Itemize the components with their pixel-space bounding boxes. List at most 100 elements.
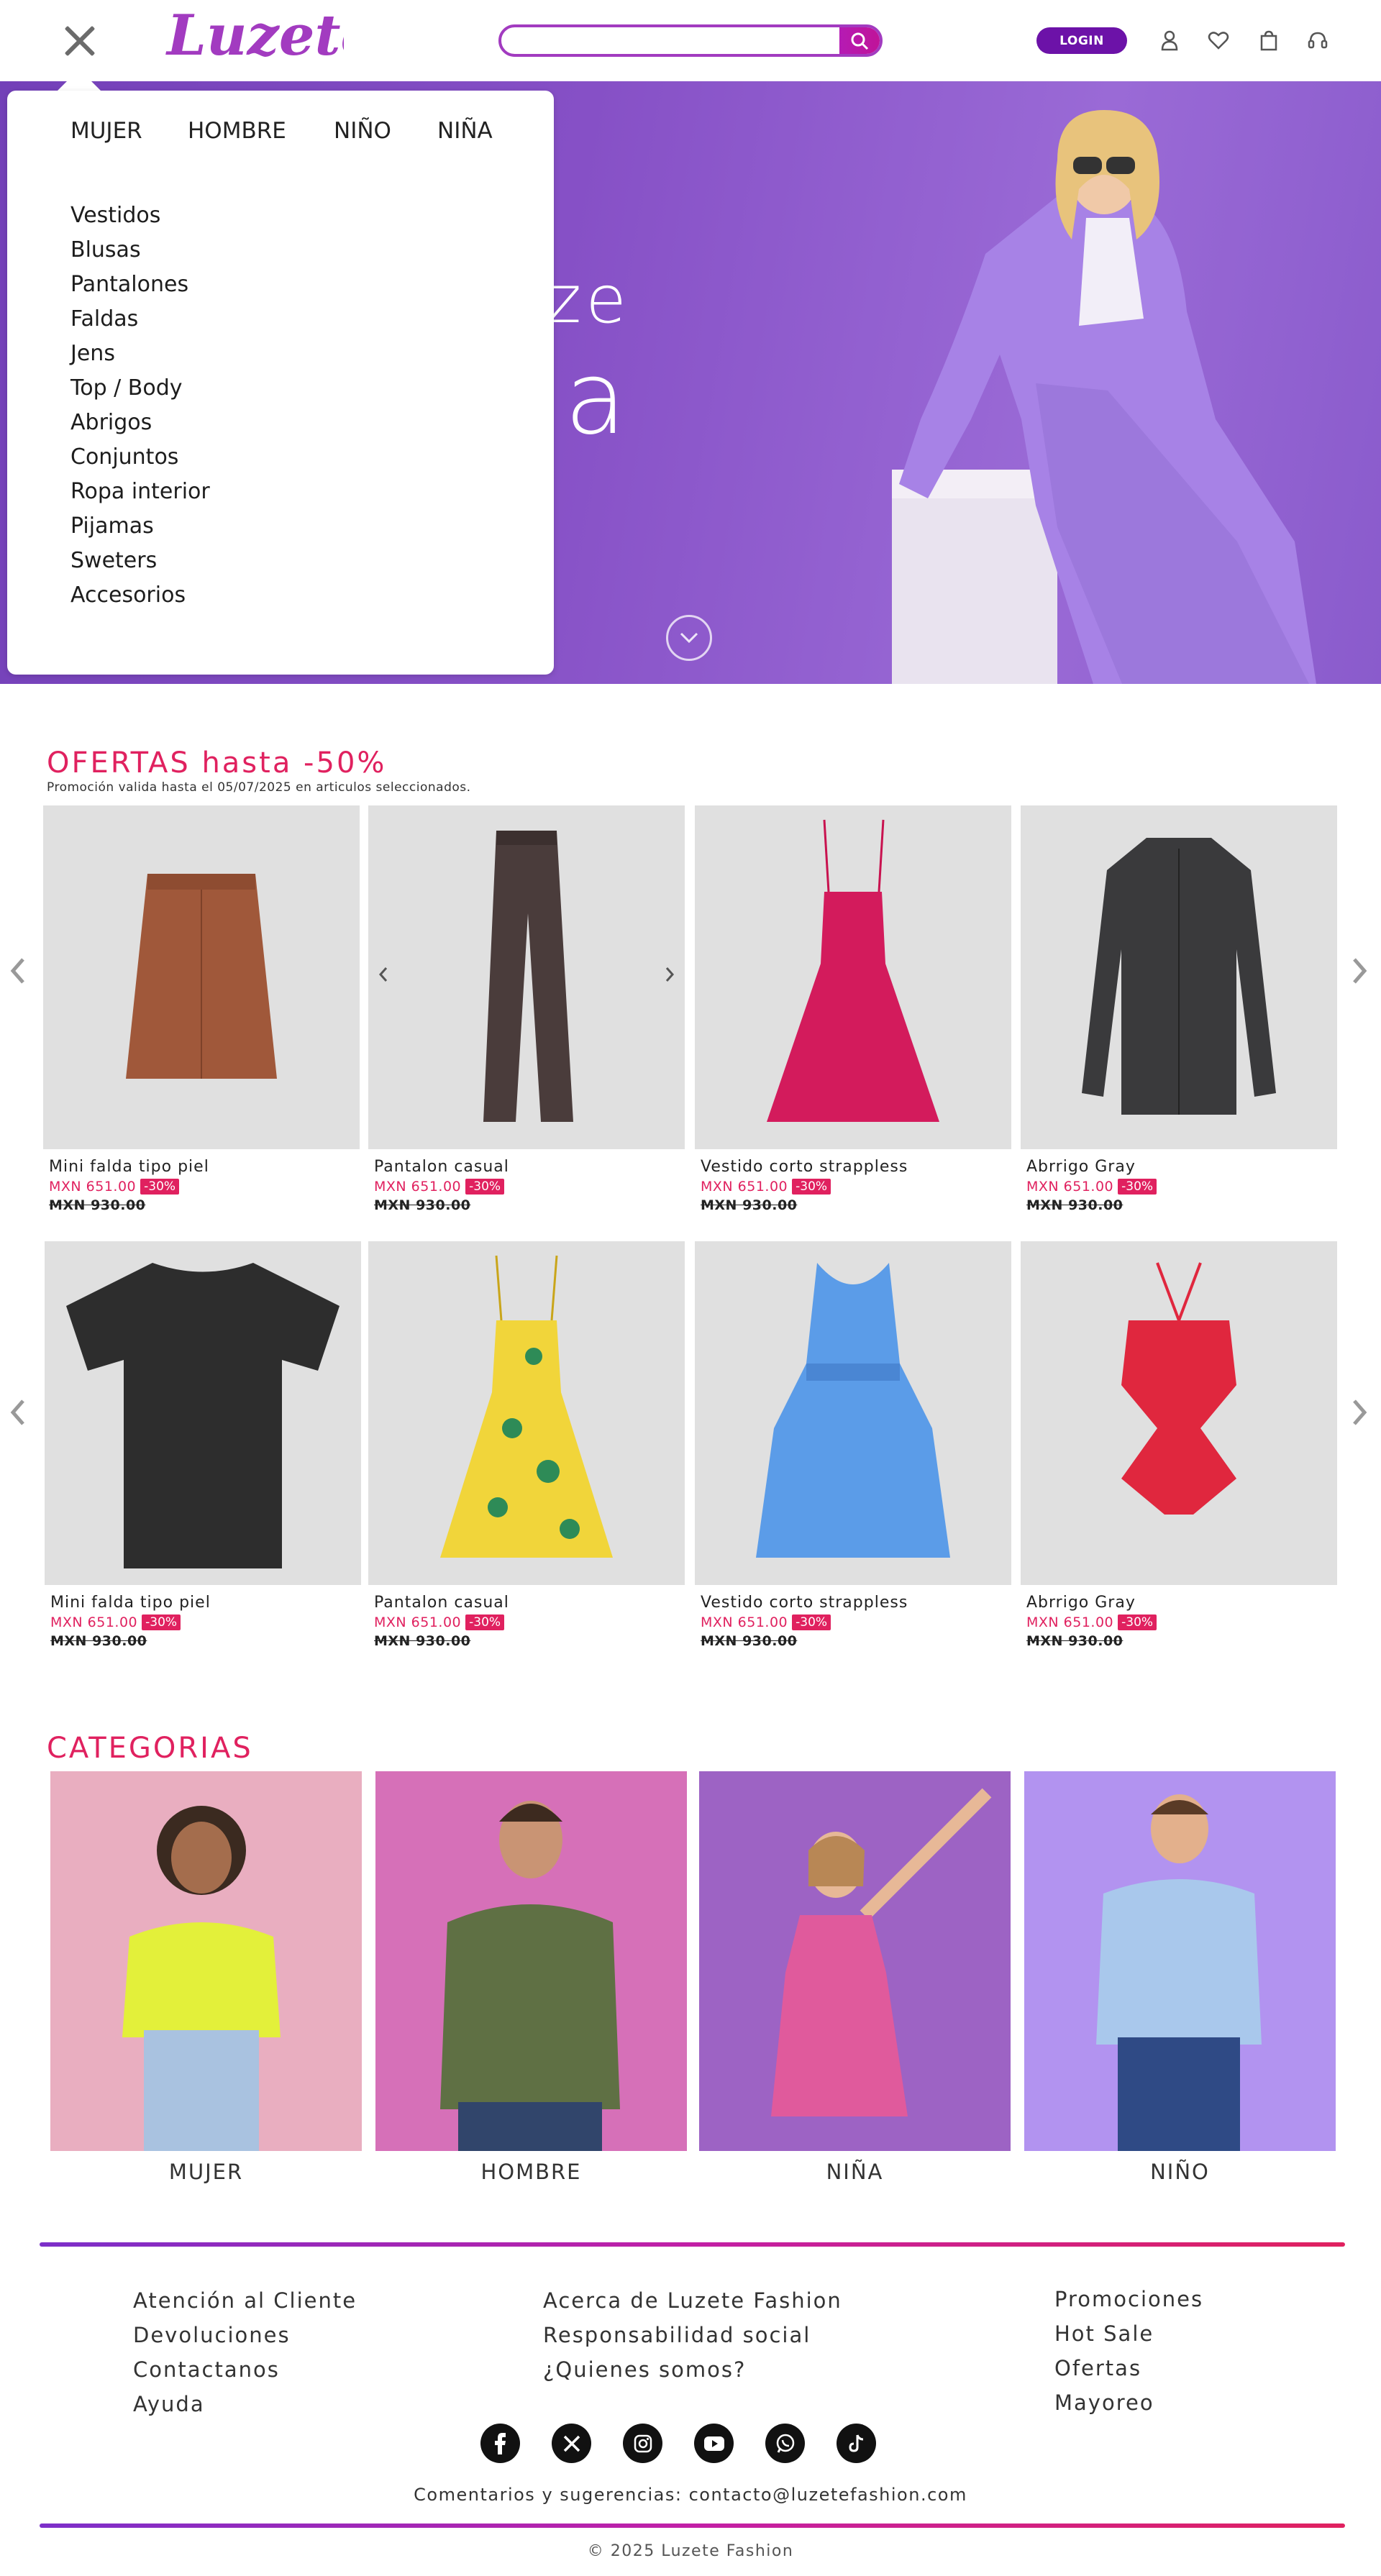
menu-item-top-body[interactable]: Top / Body bbox=[70, 371, 210, 406]
tab-nino[interactable]: NIÑO bbox=[334, 118, 437, 144]
product-image[interactable] bbox=[45, 1241, 361, 1585]
skirt-image bbox=[126, 874, 277, 1079]
product-name: Abrrigo Gray bbox=[1026, 1158, 1136, 1176]
menu-item-accesorios[interactable]: Accesorios bbox=[70, 578, 210, 613]
menu-item-jens[interactable]: Jens bbox=[70, 337, 210, 371]
chevron-left-icon bbox=[10, 958, 24, 984]
carousel-next-button[interactable] bbox=[1345, 949, 1374, 992]
search-button[interactable] bbox=[839, 27, 880, 54]
category-card-hombre[interactable]: HOMBRE bbox=[375, 1771, 687, 2184]
search-icon bbox=[851, 32, 869, 50]
copyright-text: © 2025 Luzete Fashion bbox=[587, 2542, 794, 2560]
menu-pointer bbox=[56, 69, 102, 92]
shopping-bag-icon[interactable] bbox=[1256, 27, 1282, 53]
close-menu-icon[interactable] bbox=[59, 20, 99, 60]
discount-badge: -30% bbox=[465, 1614, 505, 1630]
offers-title: OFERTAS hasta -50% bbox=[47, 746, 387, 780]
instagram-icon[interactable] bbox=[623, 2424, 662, 2463]
category-menu: MUJER HOMBRE NIÑO NIÑA Vestidos Blusas P… bbox=[7, 91, 554, 675]
footer-link[interactable]: Acerca de Luzete Fashion bbox=[543, 2283, 842, 2318]
youtube-icon[interactable] bbox=[694, 2424, 734, 2463]
menu-item-sweters[interactable]: Sweters bbox=[70, 544, 210, 578]
category-card-mujer[interactable]: MUJER bbox=[50, 1771, 362, 2184]
product-image[interactable] bbox=[695, 805, 1011, 1149]
facebook-icon[interactable] bbox=[480, 2424, 520, 2463]
menu-item-faldas[interactable]: Faldas bbox=[70, 302, 210, 337]
tiktok-icon[interactable] bbox=[837, 2424, 876, 2463]
footer-link[interactable]: Ofertas bbox=[1054, 2351, 1203, 2385]
product-image[interactable] bbox=[1021, 805, 1337, 1149]
price-row: MXN 651.00 -30% bbox=[43, 1179, 360, 1195]
luzete-logo[interactable]: Luzete bbox=[164, 3, 344, 75]
user-icon[interactable] bbox=[1157, 27, 1182, 53]
menu-item-ropa-interior[interactable]: Ropa interior bbox=[70, 475, 210, 509]
carousel-prev-button[interactable] bbox=[4, 1391, 32, 1434]
footer-column-promos: Promociones Hot Sale Ofertas Mayoreo bbox=[1054, 2282, 1203, 2420]
footer-link[interactable]: Responsabilidad social bbox=[543, 2318, 842, 2352]
original-price: MXN 930.00 bbox=[1026, 1633, 1124, 1649]
footer-link[interactable]: Devoluciones bbox=[133, 2318, 357, 2352]
category-label: NIÑO bbox=[1150, 2160, 1210, 2184]
contact-text: Comentarios y sugerencias: contacto@luze… bbox=[414, 2485, 967, 2505]
footer-link[interactable]: Atención al Cliente bbox=[133, 2283, 357, 2318]
product-card[interactable]: Abrrigo Gray MXN 651.00 -30% MXN 930.00 bbox=[1021, 805, 1337, 1213]
product-card[interactable]: Vestido corto strappless MXN 651.00 -30% … bbox=[695, 1241, 1011, 1649]
category-card-nino[interactable]: NIÑO bbox=[1024, 1771, 1336, 2184]
menu-item-abrigos[interactable]: Abrigos bbox=[70, 406, 210, 440]
price-row: MXN 651.00 -30% bbox=[368, 1179, 685, 1195]
menu-item-conjuntos[interactable]: Conjuntos bbox=[70, 440, 210, 475]
chevron-left-icon bbox=[10, 1399, 24, 1425]
carousel-prev-button[interactable] bbox=[4, 949, 32, 992]
category-image[interactable] bbox=[1024, 1771, 1336, 2151]
product-card[interactable]: Vestido corto strappless MXN 651.00 -30% … bbox=[695, 805, 1011, 1213]
whatsapp-icon[interactable] bbox=[765, 2424, 805, 2463]
tab-nina[interactable]: NIÑA bbox=[437, 118, 493, 144]
search-input[interactable] bbox=[514, 31, 831, 51]
product-card[interactable]: Pantalon casual MXN 651.00 -30% MXN 930.0… bbox=[368, 805, 685, 1213]
category-card-nina[interactable]: NIÑA bbox=[699, 1771, 1011, 2184]
price-row: MXN 651.00 -30% bbox=[1021, 1179, 1337, 1195]
product-image[interactable] bbox=[368, 1241, 685, 1585]
product-card[interactable]: Abrrigo Gray MXN 651.00 -30% MXN 930.00 bbox=[1021, 1241, 1337, 1649]
footer-link[interactable]: ¿Quienes somos? bbox=[543, 2352, 842, 2387]
menu-item-vestidos[interactable]: Vestidos bbox=[70, 198, 210, 233]
product-card[interactable]: Mini falda tipo piel MXN 651.00 -30% MXN … bbox=[45, 1241, 361, 1649]
image-next-button[interactable] bbox=[659, 960, 680, 989]
scroll-down-button[interactable] bbox=[666, 615, 712, 661]
menu-item-pantalones[interactable]: Pantalones bbox=[70, 268, 210, 302]
original-price: MXN 930.00 bbox=[50, 1633, 147, 1649]
menu-item-blusas[interactable]: Blusas bbox=[70, 233, 210, 268]
product-image[interactable] bbox=[695, 1241, 1011, 1585]
product-name: Pantalon casual bbox=[374, 1158, 509, 1176]
tab-mujer[interactable]: MUJER bbox=[70, 118, 188, 144]
heart-icon[interactable] bbox=[1205, 27, 1231, 53]
x-icon[interactable] bbox=[552, 2424, 591, 2463]
category-image[interactable] bbox=[375, 1771, 687, 2151]
tab-hombre[interactable]: HOMBRE bbox=[188, 118, 334, 144]
menu-item-list: Vestidos Blusas Pantalones Faldas Jens T… bbox=[70, 198, 210, 613]
product-card[interactable]: Mini falda tipo piel MXN 651.00 -30% MXN … bbox=[43, 805, 360, 1213]
footer-link[interactable]: Contactanos bbox=[133, 2352, 357, 2387]
blue-dress-image bbox=[756, 1263, 950, 1558]
category-image[interactable] bbox=[50, 1771, 362, 2151]
login-button[interactable]: LOGIN bbox=[1036, 27, 1127, 54]
category-label: NIÑA bbox=[826, 2160, 884, 2184]
product-card[interactable]: Pantalon casual MXN 651.00 -30% MXN 930.0… bbox=[368, 1241, 685, 1649]
footer-link[interactable]: Ayuda bbox=[133, 2387, 357, 2421]
product-image[interactable] bbox=[368, 805, 685, 1149]
product-name: Mini falda tipo piel bbox=[50, 1594, 211, 1612]
image-prev-button[interactable] bbox=[373, 960, 394, 989]
category-label: HOMBRE bbox=[480, 2160, 582, 2184]
category-image[interactable] bbox=[699, 1771, 1011, 2151]
tshirt-image bbox=[66, 1263, 339, 1568]
footer-link[interactable]: Hot Sale bbox=[1054, 2316, 1203, 2351]
carousel-next-button[interactable] bbox=[1345, 1391, 1374, 1434]
product-name: Mini falda tipo piel bbox=[49, 1158, 209, 1176]
footer-link[interactable]: Promociones bbox=[1054, 2282, 1203, 2316]
headset-icon[interactable] bbox=[1305, 27, 1331, 53]
chevron-right-icon bbox=[665, 967, 675, 982]
product-image[interactable] bbox=[43, 805, 360, 1149]
footer-link[interactable]: Mayoreo bbox=[1054, 2385, 1203, 2420]
menu-item-pijamas[interactable]: Pijamas bbox=[70, 509, 210, 544]
product-image[interactable] bbox=[1021, 1241, 1337, 1585]
